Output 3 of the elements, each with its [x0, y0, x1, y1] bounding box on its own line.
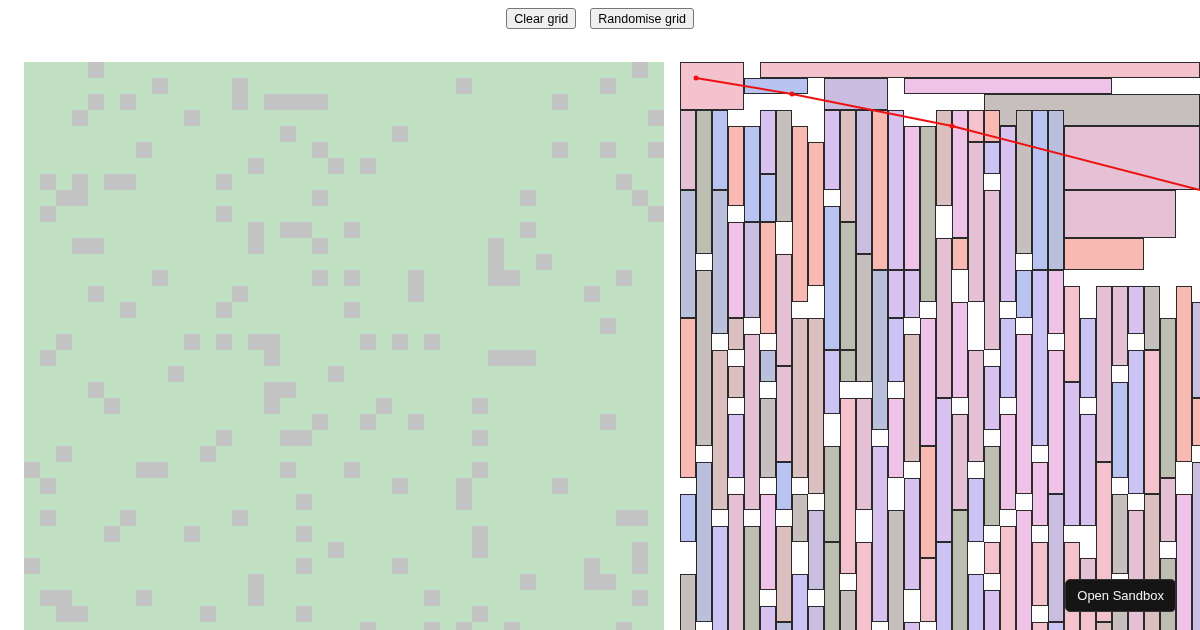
toolbar-button[interactable]: Clear grid [506, 8, 577, 29]
open-sandbox-button[interactable]: Open Sandbox [1065, 579, 1176, 612]
toolbar-button[interactable]: Randomise grid [590, 8, 694, 29]
